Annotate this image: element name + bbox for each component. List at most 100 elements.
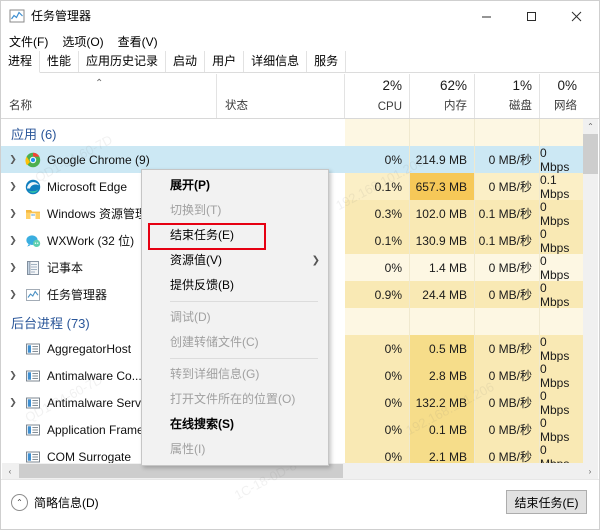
scroll-left-icon[interactable]: ‹ [2, 463, 18, 479]
context-menu-item-label: 结束任务(E) [170, 228, 234, 242]
cell-network: 0 Mbps [540, 254, 584, 281]
cell-network: 0.1 Mbps [540, 173, 584, 200]
cell-disk: 0 MB/秒 [475, 416, 540, 443]
memory-total-percent: 62% [440, 78, 467, 93]
chevron-right-icon[interactable]: ❯ [5, 235, 21, 246]
group-header-cell-disk [475, 119, 540, 146]
context-menu-item: 转到详细信息(G) [142, 362, 328, 387]
tab-details[interactable]: 详细信息 [244, 51, 307, 72]
task-manager-icon [9, 8, 25, 24]
process-name-label: WXWork (32 位) [47, 232, 134, 249]
generic-process-icon [25, 422, 41, 438]
window-title: 任务管理器 [31, 10, 91, 22]
cell-cpu: 0.3% [345, 200, 410, 227]
tab-users[interactable]: 用户 [205, 51, 244, 72]
close-icon[interactable] [554, 1, 599, 31]
context-menu-item-label: 属性(I) [170, 442, 205, 456]
cell-disk: 0 MB/秒 [475, 173, 540, 200]
wxwork-icon [25, 233, 41, 249]
context-menu-item[interactable]: 在线搜索(S) [142, 412, 328, 437]
end-task-button[interactable]: 结束任务(E) [506, 490, 587, 514]
chevron-right-icon[interactable]: ❯ [5, 262, 21, 273]
process-group-header[interactable]: 应用 (6) [1, 119, 584, 146]
sort-ascending-icon: ⌃ [95, 78, 103, 89]
cell-disk: 0 MB/秒 [475, 389, 540, 416]
cell-cpu: 0% [345, 335, 410, 362]
minimize-icon[interactable] [464, 1, 509, 31]
context-menu-separator [170, 301, 318, 302]
menu-view[interactable]: 查看(V) [118, 33, 158, 50]
explorer-icon [25, 206, 41, 222]
context-menu-item: 切换到(T) [142, 198, 328, 223]
process-name-label: AggregatorHost [47, 342, 131, 356]
vertical-scrollbar[interactable]: ⌃ ⌄ [583, 119, 598, 479]
tab-services[interactable]: 服务 [307, 51, 346, 72]
column-header-cpu[interactable]: 2% CPU [345, 74, 410, 118]
menu-bar: 文件(F) 选项(O) 查看(V) [1, 31, 599, 51]
chevron-right-icon[interactable]: ❯ [5, 208, 21, 219]
context-menu-separator [170, 358, 318, 359]
context-menu-item: 打开文件所在的位置(O) [142, 387, 328, 412]
tab-startup[interactable]: 启动 [166, 51, 205, 72]
generic-process-icon [25, 368, 41, 384]
context-menu-item[interactable]: 结束任务(E) [142, 223, 328, 248]
task-manager-icon [25, 287, 41, 303]
chevron-right-icon[interactable]: ❯ [5, 289, 21, 300]
column-header-status[interactable]: 状态 [217, 74, 345, 118]
chevron-right-icon[interactable]: ❯ [5, 181, 21, 192]
process-group-title: 后台进程 (73) [11, 313, 90, 332]
maximize-icon[interactable] [509, 1, 554, 31]
column-header-name[interactable]: 名称 ⌃ [1, 74, 217, 118]
cell-network: 0 Mbps [540, 281, 584, 308]
disk-total-percent: 1% [512, 78, 532, 93]
window-controls [464, 1, 599, 31]
menu-options[interactable]: 选项(O) [62, 33, 103, 50]
fewer-details-button[interactable]: ⌃ 简略信息(D) [11, 494, 99, 511]
cell-cpu: 0% [345, 254, 410, 281]
process-name-label: 记事本 [47, 259, 83, 276]
context-menu-item-label: 切换到(T) [170, 203, 221, 217]
chevron-right-icon[interactable]: ❯ [5, 370, 21, 381]
column-header-disk[interactable]: 1% 磁盘 [475, 74, 540, 118]
vertical-scroll-thumb[interactable] [583, 134, 598, 174]
context-menu-item: 属性(I) [142, 437, 328, 462]
generic-process-icon [25, 341, 41, 357]
scroll-right-icon[interactable]: › [582, 463, 598, 479]
cell-network: 0 Mbps [540, 416, 584, 443]
process-name-label: Antimalware Co... [47, 369, 142, 383]
scroll-up-icon[interactable]: ⌃ [583, 119, 598, 134]
chrome-icon [25, 152, 41, 168]
chevron-right-icon[interactable]: ❯ [5, 154, 21, 165]
context-menu-item-label: 展开(P) [170, 178, 210, 192]
tab-performance[interactable]: 性能 [40, 51, 79, 72]
context-menu-item-label: 提供反馈(B) [170, 278, 234, 292]
cell-network: 0 Mbps [540, 389, 584, 416]
chevron-up-icon: ⌃ [11, 494, 28, 511]
cell-network: 0 Mbps [540, 335, 584, 362]
horizontal-scroll-thumb[interactable] [19, 464, 343, 478]
context-menu-item[interactable]: 展开(P) [142, 173, 328, 198]
chevron-right-icon[interactable]: ❯ [5, 397, 21, 408]
menu-file[interactable]: 文件(F) [9, 33, 48, 50]
column-header-memory[interactable]: 62% 内存 [410, 74, 475, 118]
column-header-network[interactable]: 0% 网络 [540, 74, 584, 118]
tab-app-history[interactable]: 应用历史记录 [79, 51, 166, 72]
tab-processes[interactable]: 进程 [1, 51, 40, 73]
context-menu-item[interactable]: 提供反馈(B) [142, 273, 328, 298]
cell-disk: 0 MB/秒 [475, 281, 540, 308]
column-header-network-label: 网络 [554, 97, 577, 113]
end-task-button-label: 结束任务(E) [515, 494, 579, 511]
process-name-label: 任务管理器 [47, 286, 107, 303]
context-menu-item[interactable]: 资源值(V)❯ [142, 248, 328, 273]
cpu-total-percent: 2% [382, 78, 402, 93]
context-menu-item-label: 打开文件所在的位置(O) [170, 392, 295, 406]
column-header-status-label: 状态 [225, 97, 248, 113]
cell-cpu: 0.9% [345, 281, 410, 308]
column-headers: 名称 ⌃ 状态 2% CPU 62% 内存 1% 磁盘 0% 网络 [1, 74, 599, 119]
process-name-label: COM Surrogate [47, 450, 131, 464]
group-header-cell-network [540, 308, 584, 335]
cell-network: 0 Mbps [540, 362, 584, 389]
cell-cpu: 0% [345, 146, 410, 173]
context-menu[interactable]: 展开(P)切换到(T)结束任务(E)资源值(V)❯提供反馈(B)调试(D)创建转… [141, 169, 329, 466]
process-group-title: 应用 (6) [11, 124, 57, 143]
